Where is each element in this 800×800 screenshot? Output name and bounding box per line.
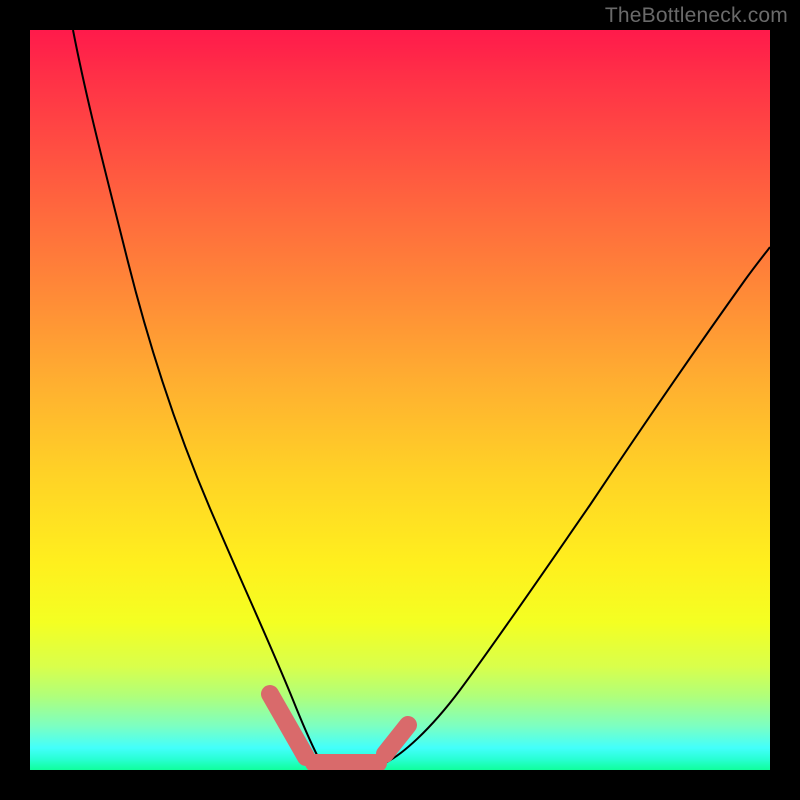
watermark-text: TheBottleneck.com xyxy=(605,4,788,28)
curve-right-branch xyxy=(384,247,770,764)
plot-area xyxy=(30,30,770,770)
marker-left-cluster xyxy=(270,694,306,757)
chart-svg xyxy=(30,30,770,770)
outer-frame: TheBottleneck.com xyxy=(0,0,800,800)
curve-left-branch xyxy=(73,30,322,762)
